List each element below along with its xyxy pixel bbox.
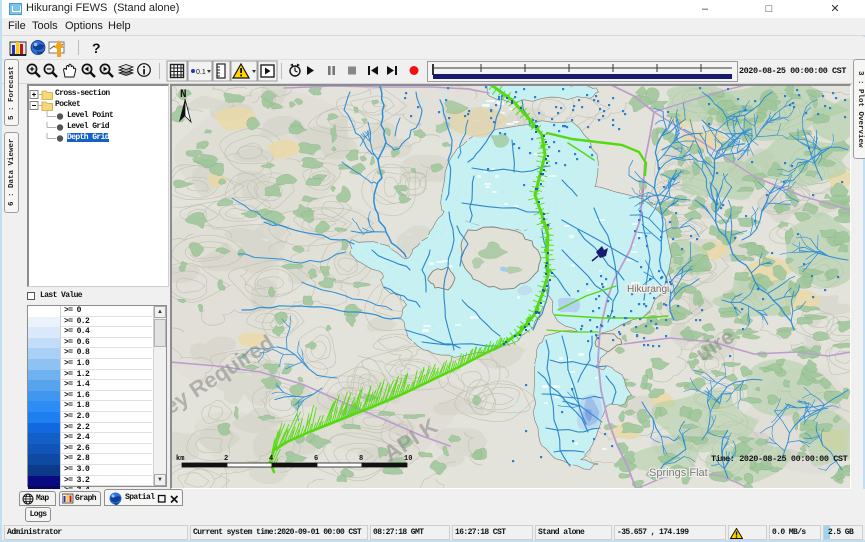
svg-text:Time: 2020-08-25 00:00:00 CST: Time: 2020-08-25 00:00:00 CST (711, 454, 848, 464)
svg-text:N: N (180, 89, 187, 101)
svg-text:Springs Flat: Springs Flat (649, 467, 708, 479)
svg-text:?: ? (92, 40, 101, 56)
svg-text:8: 8 (359, 455, 363, 463)
svg-text:4: 4 (269, 455, 273, 463)
svg-text:2: 2 (224, 455, 228, 463)
svg-text:Hikurangi: Hikurangi (627, 284, 669, 295)
svg-text:6: 6 (314, 455, 318, 463)
svg-text:km: km (176, 455, 184, 463)
svg-text:10: 10 (404, 455, 412, 463)
svg-text:0.1: 0.1 (196, 69, 206, 76)
svg-text:SH 1: SH 1 (637, 189, 646, 206)
